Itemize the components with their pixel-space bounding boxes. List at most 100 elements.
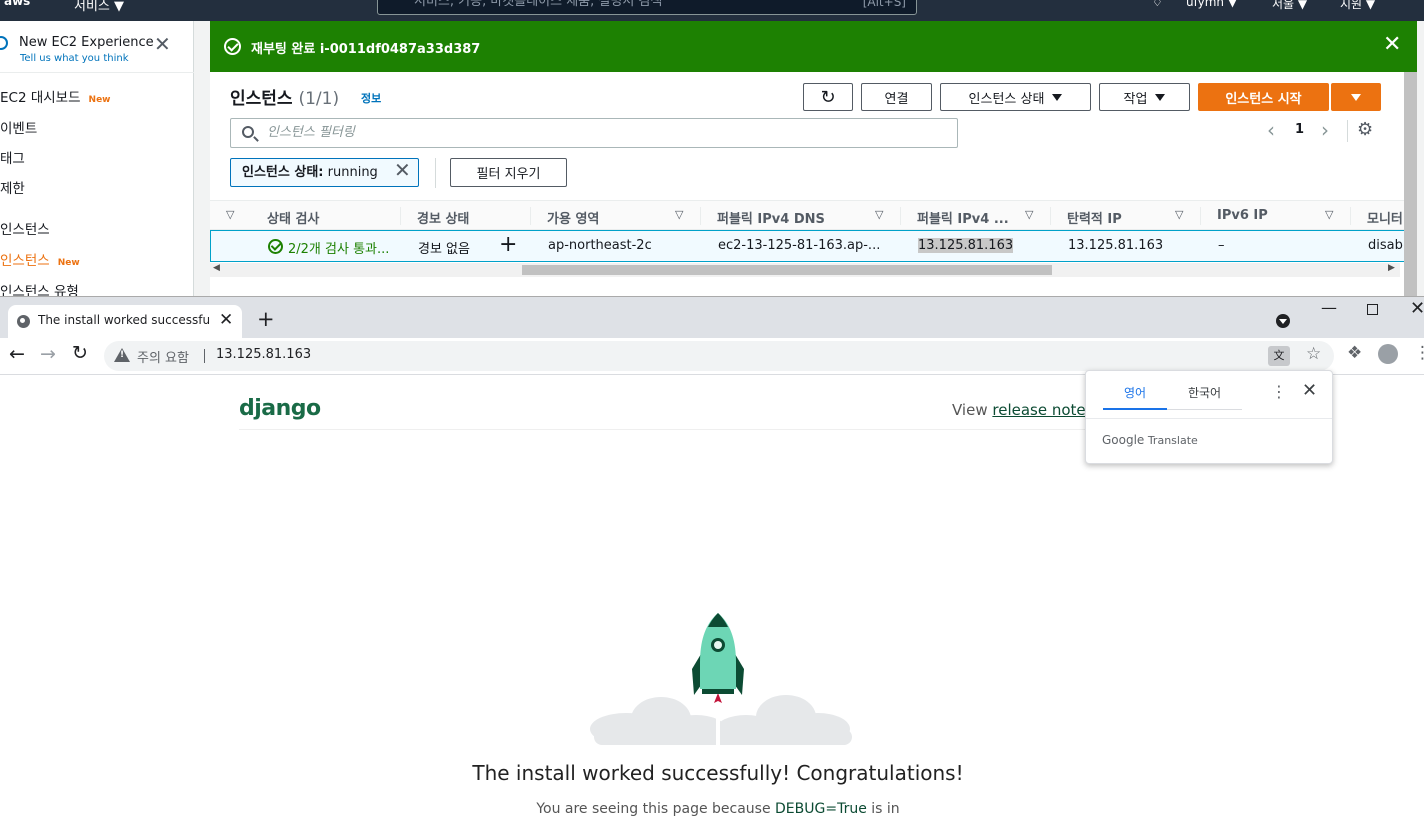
info-link[interactable]: 정보 bbox=[361, 90, 381, 106]
new-badge: New bbox=[57, 258, 80, 268]
bell-icon[interactable]: ♢ bbox=[1152, 0, 1163, 9]
brand-translate: Translate bbox=[1147, 434, 1198, 447]
services-menu[interactable]: 서비스 ▼ bbox=[74, 0, 124, 14]
sort-icon[interactable]: ▽ bbox=[675, 208, 683, 221]
sidebar-item-tags[interactable]: 태그 bbox=[0, 147, 25, 167]
add-alarm-icon[interactable]: + bbox=[499, 232, 517, 257]
sort-icon[interactable]: ▽ bbox=[1175, 208, 1183, 221]
close-icon[interactable]: ✕ bbox=[154, 32, 171, 56]
clear-filters-button[interactable]: 필터 지우기 bbox=[450, 158, 567, 187]
public-ipv4-value[interactable]: 13.125.81.163 bbox=[918, 238, 1014, 253]
avatar[interactable] bbox=[1378, 344, 1398, 364]
column-ipv6[interactable]: IPv6 IP bbox=[1217, 208, 1268, 223]
filter-divider bbox=[435, 158, 436, 188]
instance-filter-input[interactable]: 인스턴스 필터링 bbox=[230, 118, 958, 148]
django-logo[interactable]: django bbox=[239, 396, 321, 421]
kebab-menu-icon[interactable]: ⋮ bbox=[1271, 382, 1287, 401]
google-translate-brand: Google Translate bbox=[1102, 433, 1198, 447]
column-monitoring[interactable]: 모니터 bbox=[1367, 208, 1403, 227]
actions-button[interactable]: 작업 bbox=[1099, 83, 1190, 111]
refresh-button[interactable]: ↻ bbox=[803, 83, 853, 111]
current-page[interactable]: 1 bbox=[1295, 122, 1304, 137]
horizontal-scrollbar[interactable]: ◀ ▶ bbox=[210, 263, 1400, 277]
column-divider bbox=[1350, 207, 1351, 225]
toggle-radio-icon[interactable] bbox=[0, 36, 8, 50]
security-warning[interactable]: 주의 요함 bbox=[137, 347, 189, 366]
status-check-value[interactable]: 2/2개 검사 통과... bbox=[288, 238, 389, 257]
launch-instance-dropdown[interactable] bbox=[1331, 83, 1381, 111]
new-ec2-experience-toggle[interactable]: New EC2 Experience Tell us what you thin… bbox=[0, 31, 194, 73]
sidebar-item-ec2-dashboard[interactable]: EC2 대시보드 New bbox=[0, 86, 110, 106]
sidebar-item-label: 제한 bbox=[0, 181, 25, 197]
region-menu[interactable]: 서울 ▼ bbox=[1272, 0, 1307, 12]
sort-icon[interactable]: ▽ bbox=[226, 208, 234, 221]
column-divider bbox=[1050, 207, 1051, 225]
close-icon[interactable]: ✕ bbox=[219, 310, 233, 330]
support-menu[interactable]: 지원 ▼ bbox=[1340, 0, 1375, 12]
account-menu[interactable]: ufymn ▼ bbox=[1186, 0, 1237, 9]
sidebar-section-instances[interactable]: 인스턴스 bbox=[0, 218, 50, 238]
sidebar-item-label: 이벤트 bbox=[0, 121, 38, 137]
sidebar-item-events[interactable]: 이벤트 bbox=[0, 117, 37, 137]
filter-token: 인스턴스 상태: running ✕ bbox=[230, 158, 419, 187]
gear-icon[interactable]: ⚙ bbox=[1357, 119, 1373, 140]
column-public-dns[interactable]: 퍼블릭 IPv4 DNS bbox=[717, 208, 825, 227]
public-dns-value: ec2-13-125-81-163.ap-... bbox=[718, 238, 881, 253]
sidebar-section-label: 인스턴스 bbox=[0, 222, 50, 238]
new-tab-icon[interactable]: + bbox=[257, 307, 275, 331]
previous-page-icon[interactable]: ‹ bbox=[1267, 118, 1275, 142]
next-page-icon[interactable]: › bbox=[1321, 118, 1329, 142]
translate-tab-english[interactable]: 영어 bbox=[1103, 381, 1167, 410]
sort-icon[interactable]: ▽ bbox=[1325, 208, 1333, 221]
connect-button[interactable]: 연결 bbox=[861, 83, 932, 111]
close-icon[interactable]: ✕ bbox=[1302, 380, 1317, 401]
kebab-menu-icon[interactable]: ⋮ bbox=[1414, 343, 1424, 363]
column-status-check[interactable]: 상태 검사 bbox=[267, 208, 319, 227]
sort-icon[interactable]: ▽ bbox=[875, 208, 883, 221]
window-close-icon[interactable]: ✕ bbox=[1410, 298, 1424, 319]
translate-tab-korean[interactable]: 한국어 bbox=[1167, 381, 1242, 410]
scrollbar-thumb[interactable] bbox=[522, 265, 1052, 275]
launch-instance-button[interactable]: 인스턴스 시작 bbox=[1198, 83, 1329, 111]
url-text[interactable]: 13.125.81.163 bbox=[216, 347, 311, 362]
caret-down-icon bbox=[1052, 93, 1063, 101]
warning-icon[interactable] bbox=[114, 348, 130, 362]
remove-filter-icon[interactable]: ✕ bbox=[394, 157, 411, 184]
table-row[interactable]: 2/2개 검사 통과... 경보 없음 + ap-northeast-2c ec… bbox=[210, 230, 1417, 262]
reload-icon[interactable]: ↻ bbox=[72, 342, 88, 364]
puzzle-icon[interactable]: ❖ bbox=[1347, 343, 1362, 363]
chrome-window: The install worked successfully! Congrat… bbox=[0, 296, 1424, 816]
forward-arrow-icon[interactable]: → bbox=[40, 343, 56, 365]
ipv6-value: – bbox=[1218, 238, 1225, 253]
vertical-scrollbar[interactable] bbox=[1404, 72, 1417, 296]
address-bar[interactable]: 주의 요함 13.125.81.163 文 ☆ bbox=[104, 341, 1334, 371]
instance-state-button[interactable]: 인스턴스 상태 bbox=[940, 83, 1091, 111]
release-notes-link[interactable]: release notes bbox=[992, 401, 1093, 419]
column-elastic-ip[interactable]: 탄력적 IP bbox=[1067, 208, 1122, 227]
aws-search-placeholder: 서비스, 기능, 마켓플레이스 제품, 설명서 검색 bbox=[414, 0, 663, 9]
tab-search-icon[interactable] bbox=[1276, 314, 1290, 328]
column-public-ipv4[interactable]: 퍼블릭 IPv4 ... bbox=[917, 208, 1009, 227]
close-icon[interactable]: ✕ bbox=[1383, 32, 1401, 57]
maximize-icon[interactable] bbox=[1367, 304, 1378, 315]
browser-tab[interactable]: The install worked successfully! Congrat… bbox=[8, 305, 242, 338]
column-availability-zone[interactable]: 가용 영역 bbox=[547, 208, 599, 227]
check-circle-icon bbox=[268, 239, 283, 254]
panel-title-text: 인스턴스 bbox=[230, 89, 293, 109]
minimize-icon[interactable]: — bbox=[1321, 298, 1337, 317]
star-icon[interactable]: ☆ bbox=[1306, 344, 1321, 364]
sidebar-item-instance-types[interactable]: 인스턴스 유형 bbox=[0, 280, 79, 296]
translate-icon[interactable]: 文 bbox=[1268, 346, 1290, 366]
back-arrow-icon[interactable]: ← bbox=[9, 343, 25, 365]
scroll-left-icon[interactable]: ◀ bbox=[213, 263, 220, 273]
sidebar-item-limits[interactable]: 제한 bbox=[0, 177, 25, 197]
column-alarm-status[interactable]: 경보 상태 bbox=[417, 208, 469, 227]
aws-logo[interactable]: aws bbox=[4, 0, 30, 8]
aws-search-input[interactable]: 서비스, 기능, 마켓플레이스 제품, 설명서 검색 [Alt+S] bbox=[377, 0, 917, 15]
sort-icon[interactable]: ▽ bbox=[1025, 208, 1033, 221]
sidebar-item-label: EC2 대시보드 bbox=[0, 90, 81, 106]
sidebar-item-instances[interactable]: 인스턴스 New bbox=[0, 249, 80, 269]
experience-feedback-link[interactable]: Tell us what you think bbox=[20, 53, 129, 64]
button-label: 인스턴스 상태 bbox=[968, 91, 1045, 107]
scroll-right-icon[interactable]: ▶ bbox=[1388, 263, 1395, 273]
